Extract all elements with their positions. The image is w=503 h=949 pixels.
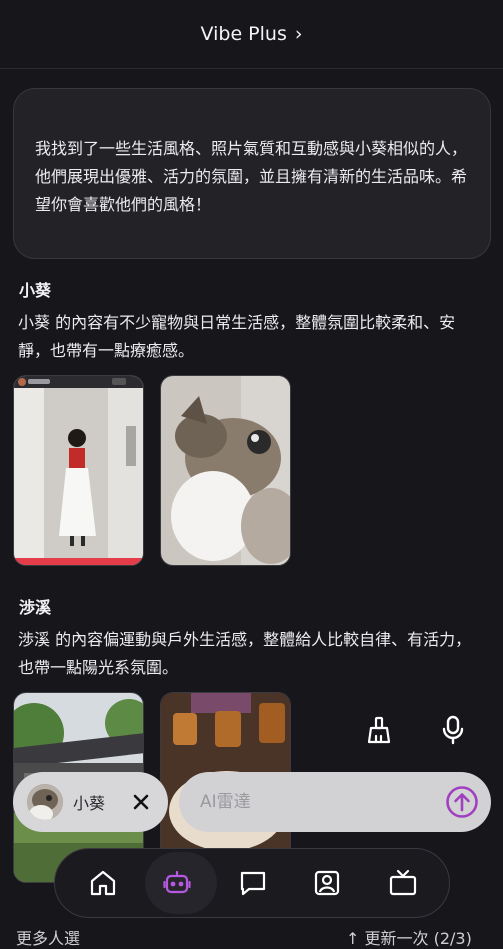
app-header[interactable]: Vibe Plus › [0, 0, 503, 69]
chevron-right-icon[interactable]: › [295, 23, 303, 45]
more-candidates-label: 更多人選 [16, 929, 81, 948]
nav-chat[interactable] [223, 849, 283, 917]
ai-radar-input[interactable] [198, 791, 432, 813]
refresh-button[interactable]: ↑ 更新一次 (2/3) [346, 925, 472, 949]
nav-home[interactable] [73, 849, 133, 917]
contact-icon [314, 870, 340, 896]
app-title[interactable]: Vibe Plus [201, 23, 287, 45]
home-icon [90, 870, 116, 896]
nav-contacts[interactable] [297, 849, 357, 917]
bottom-navigation [54, 848, 450, 918]
ai-message-card: 我找到了一些生活風格、照片氣質和互動感與小葵相似的人，他們展現出優雅、活力的氛圍… [13, 88, 491, 259]
broom-icon[interactable] [362, 713, 396, 747]
profile-name[interactable]: 渉溪 [19, 594, 51, 618]
selected-profile-chip[interactable]: 小葵 [13, 772, 168, 832]
chat-icon [240, 871, 266, 896]
robot-icon [163, 870, 191, 894]
profile-description: 小葵 的內容有不少寵物與日常生活感，整體氛圍比較柔和、安靜，也帶有一點療癒感。 [18, 313, 456, 360]
nav-tv[interactable] [373, 849, 433, 917]
profile-name[interactable]: 小葵 [19, 277, 51, 301]
profile-description: 渉溪 的內容偏運動與戶外生活感，整體給人比較自律、有活力，也帶一點陽光系氛圍。 [18, 630, 472, 677]
microphone-icon[interactable] [436, 713, 470, 747]
profile-photo[interactable] [13, 375, 144, 566]
profile-photo[interactable] [160, 375, 291, 566]
nav-ai-robot[interactable] [145, 849, 217, 917]
avatar [27, 784, 63, 820]
tv-icon [389, 869, 417, 896]
ai-radar-input-bar[interactable] [179, 772, 491, 832]
close-icon[interactable] [131, 792, 151, 812]
chip-label: 小葵 [73, 794, 106, 813]
send-arrow-up-icon[interactable] [445, 785, 479, 819]
